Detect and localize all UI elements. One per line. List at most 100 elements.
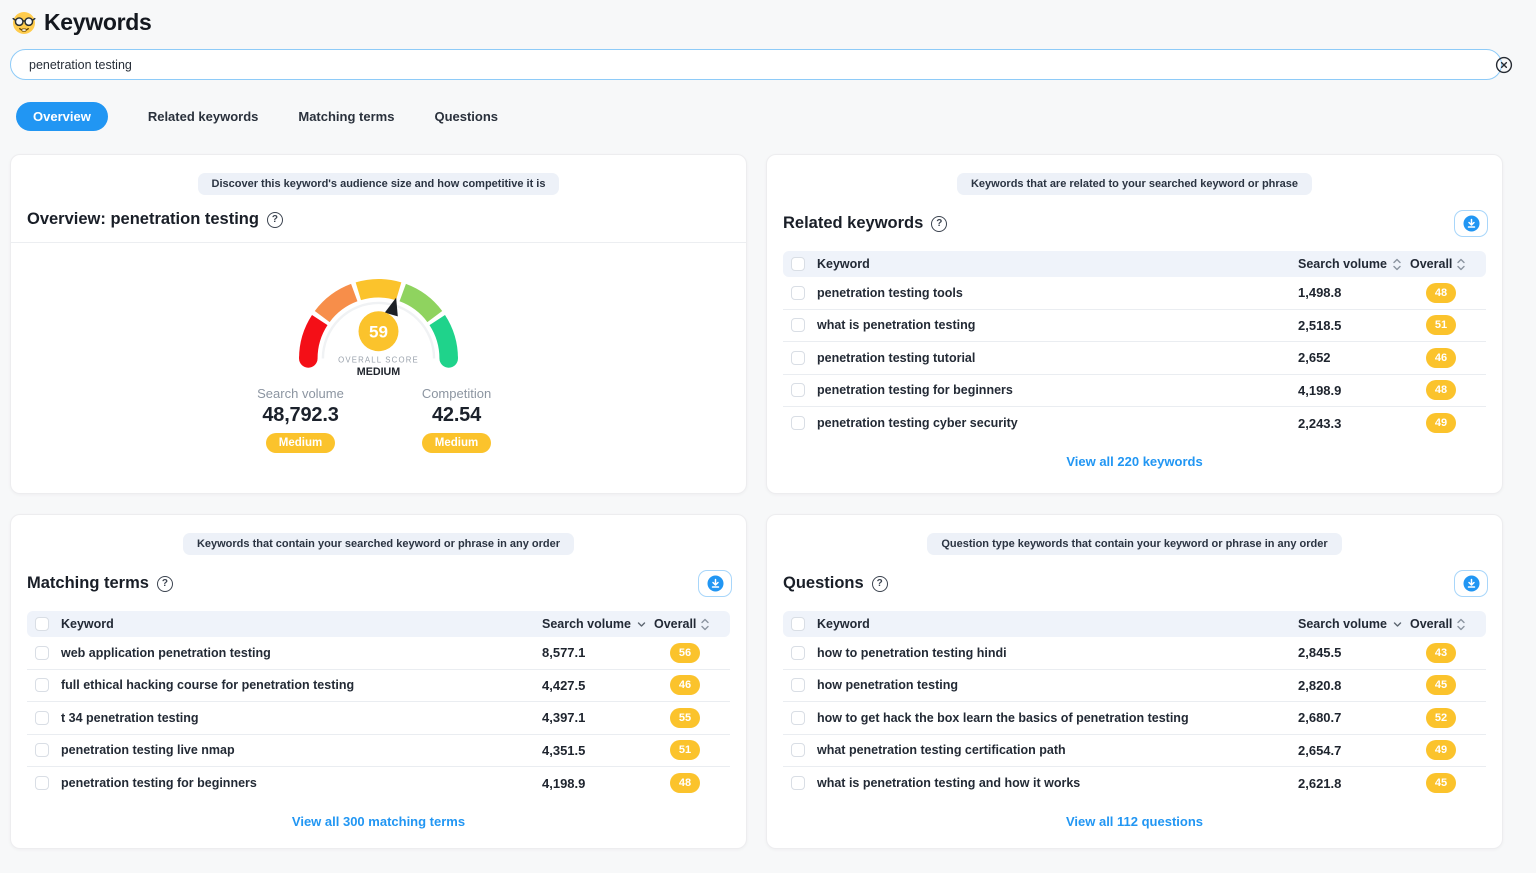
tab-related-keywords[interactable]: Related keywords	[148, 102, 259, 131]
overall-score-badge: 45	[1426, 675, 1456, 695]
row-checkbox[interactable]	[35, 678, 49, 692]
table-row[interactable]: what penetration testing certification p…	[783, 735, 1486, 768]
questions-title-text: Questions	[783, 574, 864, 593]
column-search-volume[interactable]: Search volume	[1298, 257, 1410, 271]
keyword-cell: web application penetration testing	[61, 646, 542, 660]
row-checkbox[interactable]	[791, 286, 805, 300]
table-row[interactable]: full ethical hacking course for penetrat…	[27, 670, 730, 703]
keyword-cell: penetration testing for beginners	[61, 776, 542, 790]
download-button[interactable]	[1454, 570, 1488, 597]
row-checkbox[interactable]	[791, 416, 805, 430]
table-row[interactable]: penetration testing cyber security 2,243…	[783, 407, 1486, 440]
overall-score-badge: 51	[670, 740, 700, 760]
column-keyword[interactable]: Keyword	[817, 257, 1298, 271]
download-button[interactable]	[1454, 210, 1488, 237]
column-search-volume[interactable]: Search volume	[1298, 617, 1410, 631]
help-icon[interactable]: ?	[931, 216, 947, 232]
row-checkbox[interactable]	[791, 678, 805, 692]
view-all-link[interactable]: View all 112 questions	[1066, 814, 1203, 829]
overall-score-value: 59	[369, 323, 388, 342]
table-row[interactable]: penetration testing for beginners 4,198.…	[27, 767, 730, 800]
competition-label: Competition	[391, 386, 523, 401]
table-row[interactable]: how to get hack the box learn the basics…	[783, 702, 1486, 735]
row-checkbox[interactable]	[791, 711, 805, 725]
keyword-cell: penetration testing tutorial	[817, 351, 1298, 365]
gauge-segment-teal	[437, 320, 448, 358]
help-icon[interactable]: ?	[872, 576, 888, 592]
tab-questions[interactable]: Questions	[434, 102, 498, 131]
tab-bar: Overview Related keywords Matching terms…	[16, 102, 1536, 131]
search-input[interactable]	[10, 49, 1502, 80]
related-title-text: Related keywords	[783, 214, 923, 233]
clear-search-icon[interactable]	[1494, 55, 1514, 75]
row-checkbox[interactable]	[791, 383, 805, 397]
column-keyword[interactable]: Keyword	[817, 617, 1298, 631]
view-all-link[interactable]: View all 220 keywords	[1066, 454, 1202, 469]
table-row[interactable]: penetration testing tutorial 2,652 46	[783, 342, 1486, 375]
gauge-chart: 59 OVERALL SCORE MEDIUM	[281, 261, 476, 378]
table-row[interactable]: what is penetration testing and how it w…	[783, 767, 1486, 800]
overall-score-badge: 43	[1426, 643, 1456, 663]
view-all-link[interactable]: View all 300 matching terms	[292, 814, 465, 829]
tab-overview[interactable]: Overview	[16, 102, 108, 131]
keyword-cell: penetration testing tools	[817, 286, 1298, 300]
search-volume-cell: 1,498.8	[1298, 285, 1410, 300]
overall-score-badge: 45	[1426, 773, 1456, 793]
table-row[interactable]: penetration testing for beginners 4,198.…	[783, 375, 1486, 408]
column-overall[interactable]: Overall	[1410, 257, 1472, 271]
table-header: Keyword Search volume Overall	[27, 611, 730, 637]
sort-updown-icon	[1393, 258, 1401, 271]
app-header: Keywords	[0, 0, 1536, 36]
column-search-volume[interactable]: Search volume	[542, 617, 654, 631]
help-icon[interactable]: ?	[267, 212, 283, 228]
divider	[11, 242, 746, 243]
table-row[interactable]: web application penetration testing 8,57…	[27, 637, 730, 670]
search-volume-metric: Search volume 48,792.3 Medium	[235, 386, 367, 453]
overall-score-level: MEDIUM	[357, 366, 401, 378]
keyword-cell: what is penetration testing and how it w…	[817, 776, 1298, 790]
search-volume-cell: 2,652	[1298, 350, 1410, 365]
search-volume-cell: 2,680.7	[1298, 710, 1410, 725]
table-row[interactable]: how to penetration testing hindi 2,845.5…	[783, 637, 1486, 670]
table-row[interactable]: what is penetration testing 2,518.5 51	[783, 310, 1486, 343]
questions-table: Keyword Search volume Overall	[783, 611, 1486, 831]
download-icon	[707, 575, 724, 592]
column-overall[interactable]: Overall	[654, 617, 716, 631]
row-checkbox[interactable]	[791, 318, 805, 332]
download-button[interactable]	[698, 570, 732, 597]
search-volume-cell: 2,845.5	[1298, 645, 1410, 660]
keyword-cell: how to penetration testing hindi	[817, 646, 1298, 660]
column-overall[interactable]: Overall	[1410, 617, 1472, 631]
overview-metrics: Search volume 48,792.3 Medium Competitio…	[235, 386, 523, 453]
select-all-checkbox[interactable]	[35, 617, 49, 631]
row-checkbox[interactable]	[791, 743, 805, 757]
select-all-checkbox[interactable]	[791, 617, 805, 631]
select-all-checkbox[interactable]	[791, 257, 805, 271]
keyword-cell: full ethical hacking course for penetrat…	[61, 678, 542, 692]
table-row[interactable]: penetration testing tools 1,498.8 48	[783, 277, 1486, 310]
table-row[interactable]: how penetration testing 2,820.8 45	[783, 670, 1486, 703]
table-row[interactable]: penetration testing live nmap 4,351.5 51	[27, 735, 730, 768]
search-volume-cell: 2,518.5	[1298, 318, 1410, 333]
help-icon[interactable]: ?	[157, 576, 173, 592]
keyword-cell: what penetration testing certification p…	[817, 743, 1298, 757]
row-checkbox[interactable]	[35, 711, 49, 725]
column-keyword[interactable]: Keyword	[61, 617, 542, 631]
keyword-cell: how penetration testing	[817, 678, 1298, 692]
column-overall-label: Overall	[654, 617, 696, 631]
table-row[interactable]: t 34 penetration testing 4,397.1 55	[27, 702, 730, 735]
table-body: penetration testing tools 1,498.8 48 wha…	[783, 277, 1486, 440]
row-checkbox[interactable]	[791, 351, 805, 365]
search-volume-cell: 2,243.3	[1298, 416, 1410, 431]
row-checkbox[interactable]	[791, 776, 805, 790]
row-checkbox[interactable]	[35, 743, 49, 757]
table-body: web application penetration testing 8,57…	[27, 637, 730, 800]
row-checkbox[interactable]	[791, 646, 805, 660]
keyword-cell: how to get hack the box learn the basics…	[817, 711, 1298, 725]
search-volume-label: Search volume	[235, 386, 367, 401]
overview-tooltip: Discover this keyword's audience size an…	[198, 173, 560, 195]
panel-grid: Discover this keyword's audience size an…	[10, 154, 1536, 849]
tab-matching-terms[interactable]: Matching terms	[298, 102, 394, 131]
row-checkbox[interactable]	[35, 646, 49, 660]
row-checkbox[interactable]	[35, 776, 49, 790]
